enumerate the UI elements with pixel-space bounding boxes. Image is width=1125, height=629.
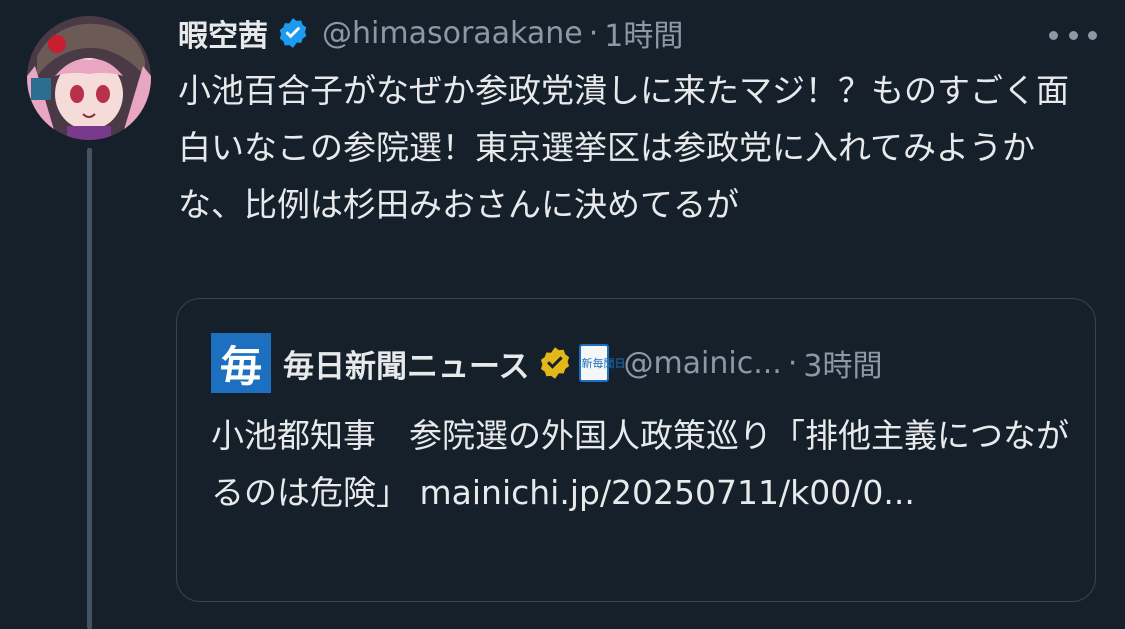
quote-header: 毎 毎日新聞ニュース 新毎聞日 @mainic... · 3時間 <box>211 333 1075 393</box>
quote-display-name: 毎日新聞ニュース <box>283 348 530 385</box>
quote-separator-dot: · <box>787 345 798 381</box>
thread-line <box>87 148 92 629</box>
verified-badge-icon <box>279 18 307 48</box>
more-dot <box>1068 30 1078 40</box>
quote-handle: @mainic... <box>623 345 782 381</box>
mainichi-logo-icon: 毎 <box>211 333 271 393</box>
avatar-illustration <box>27 16 151 140</box>
tweet-header: 暇空茜 @himasoraakane · 1時間 <box>178 10 1085 56</box>
timestamp[interactable]: 1時間 <box>604 11 683 55</box>
avatar[interactable] <box>27 16 151 140</box>
gold-verified-badge-icon <box>541 347 570 379</box>
newspaper-affiliate-text: 新毎聞日 <box>581 356 626 370</box>
more-dot <box>1088 30 1097 40</box>
more-dots-icon[interactable] <box>1049 20 1097 50</box>
handle[interactable]: @himasoraakane <box>322 16 583 51</box>
tweet-text: 小池百合子がなぜか参政党潰しに来たマジ！？ものすごく面白いなこの参院選！東京選挙… <box>178 71 1069 224</box>
newspaper-affiliate-icon: 新毎聞日 <box>579 344 626 382</box>
quote-text: 小池都知事 参院選の外国人政策巡り「排他主義につながるのは危険」 mainich… <box>211 416 1069 512</box>
separator-dot: · <box>588 15 599 51</box>
more-dot <box>1049 30 1058 40</box>
quote-tweet-card[interactable]: 毎 毎日新聞ニュース 新毎聞日 @mainic... · 3時間 小池都知事 参… <box>176 298 1096 602</box>
display-name[interactable]: 暇空茜 <box>178 11 268 55</box>
quote-timestamp: 3時間 <box>803 349 883 384</box>
